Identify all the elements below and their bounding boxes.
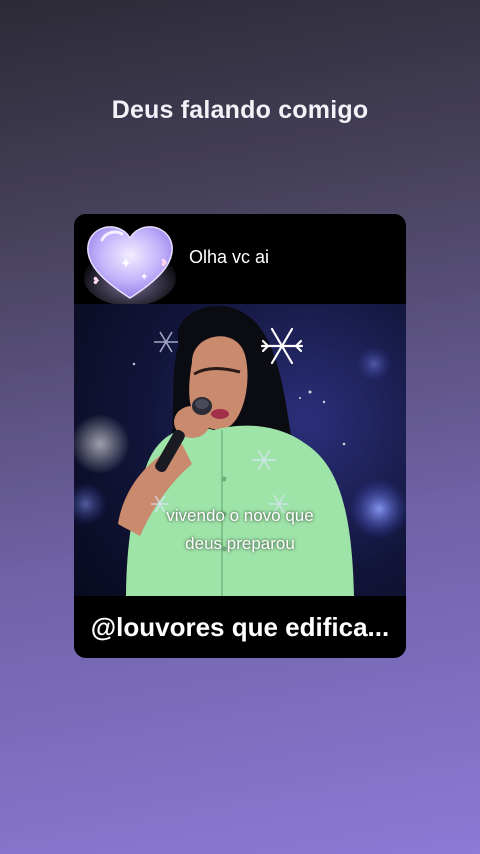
video-frame[interactable]: vivendo o novo que deus preparou <box>74 304 406 596</box>
story-headline: Deus falando comigo <box>111 96 369 124</box>
subtitle-line-2: deus preparou <box>185 534 295 553</box>
heart-sticker-icon: ✦ ✦ ❥ ❥ <box>84 226 176 306</box>
svg-text:❥: ❥ <box>160 258 168 269</box>
header-text: Olha vc ai <box>189 247 270 267</box>
svg-text:✦: ✦ <box>140 272 148 283</box>
card-header: ✦ ✦ ❥ ❥ Olha vc ai <box>74 214 406 306</box>
svg-text:✦: ✦ <box>120 256 132 272</box>
caption-text: @louvores que edifica... <box>90 612 390 642</box>
svg-text:❥: ❥ <box>92 276 100 287</box>
story-card[interactable]: ✦ ✦ ❥ ❥ Olha vc ai vivendo o novo que de… <box>74 214 406 658</box>
subtitle-line-1: vivendo o novo que <box>166 506 314 525</box>
